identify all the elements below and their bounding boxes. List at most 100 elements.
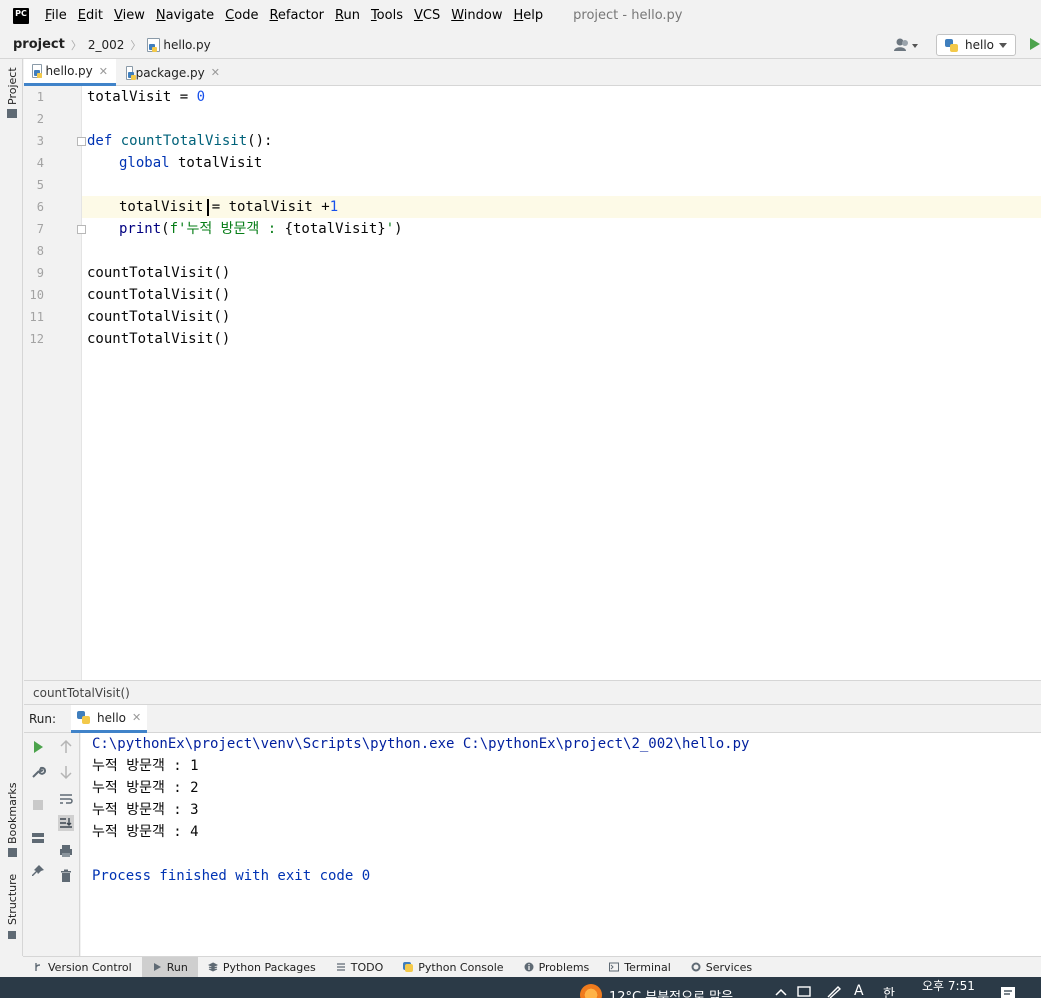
tool-label: Python Packages	[222, 960, 316, 974]
run-configuration-label: hello	[965, 38, 994, 52]
close-icon[interactable]: ✕	[132, 711, 141, 724]
tab-package-py[interactable]: package.py ✕	[118, 59, 228, 86]
notification-icon[interactable]	[1000, 986, 1016, 998]
tool-problems[interactable]: Problems	[514, 957, 600, 978]
tool-python-console[interactable]: Python Console	[393, 957, 513, 978]
info-icon	[524, 962, 534, 972]
line-number-gutter: 1 2 3 4 5 6 7 8 9 10 11 12	[24, 86, 86, 680]
menu-window[interactable]: Window	[451, 8, 502, 23]
project-tool-label[interactable]: Project	[6, 67, 19, 105]
line-number: 9	[36, 266, 44, 280]
code-line-7: print(f'누적 방문객 : {totalVisit}')	[119, 221, 403, 237]
run-panel-label: Run:	[29, 712, 57, 726]
layers-icon	[207, 962, 218, 972]
tool-run[interactable]: Run	[141, 956, 198, 978]
menu-file[interactable]: File	[45, 8, 67, 23]
folder-icon	[7, 109, 17, 118]
tool-todo[interactable]: TODO	[326, 957, 394, 978]
function-breadcrumb[interactable]: countTotalVisit()	[24, 680, 1041, 705]
stop-icon[interactable]	[30, 797, 46, 813]
code-line-6: totalVisit = totalVisit +1	[119, 199, 339, 215]
network-icon[interactable]	[797, 986, 815, 998]
line-number: 4	[36, 156, 44, 170]
services-icon	[691, 962, 701, 972]
line-number: 6	[36, 200, 44, 214]
arrow-up-icon[interactable]	[58, 739, 74, 755]
fold-marker-icon[interactable]	[77, 137, 86, 146]
chevron-up-icon[interactable]	[775, 987, 787, 997]
close-icon[interactable]: ✕	[99, 65, 108, 78]
line-number: 12	[29, 332, 44, 346]
menu-edit[interactable]: Edit	[78, 8, 103, 23]
python-icon	[403, 962, 414, 972]
menu-vcs[interactable]: VCS	[414, 8, 440, 23]
close-icon[interactable]: ✕	[211, 66, 220, 79]
trash-icon[interactable]	[58, 868, 74, 884]
line-number: 10	[29, 288, 44, 302]
run-toolbar	[24, 733, 80, 956]
menu-view[interactable]: View	[114, 8, 145, 23]
run-tab-hello[interactable]: hello ✕	[71, 705, 148, 733]
language-indicator[interactable]: A	[854, 983, 864, 998]
wrench-icon[interactable]	[30, 764, 46, 780]
weather-sun-icon[interactable]	[580, 984, 602, 998]
python-icon	[77, 711, 90, 724]
bookmarks-tool-label[interactable]: Bookmarks	[6, 783, 19, 844]
structure-tool-label[interactable]: Structure	[6, 874, 19, 925]
code-line-3: def countTotalVisit():	[87, 133, 273, 149]
run-console[interactable]: C:\pythonEx\project\venv\Scripts\python.…	[81, 733, 1041, 956]
menu-bar: PC File Edit View Navigate Code Refactor…	[0, 0, 1041, 31]
breadcrumb-folder[interactable]: 2_002	[88, 38, 125, 52]
scroll-to-end-icon[interactable]	[58, 815, 74, 831]
pin-icon[interactable]	[30, 863, 46, 879]
console-output-line: 누적 방문객 : 1	[92, 758, 199, 774]
tool-services[interactable]: Services	[681, 957, 762, 978]
chevron-right-icon: 〉	[70, 38, 82, 52]
line-number: 1	[36, 90, 44, 104]
tab-label: package.py	[135, 65, 205, 80]
play-icon	[153, 963, 161, 971]
print-icon[interactable]	[58, 843, 74, 859]
menu-navigate[interactable]: Navigate	[156, 8, 214, 23]
menu-help[interactable]: Help	[514, 8, 544, 23]
line-number: 11	[29, 310, 44, 324]
code-line-1: totalVisit = 0	[87, 89, 206, 105]
ime-indicator[interactable]: 한	[883, 983, 895, 998]
chevron-down-icon	[999, 42, 1007, 48]
code-editor[interactable]: 1 2 3 4 5 6 7 8 9 10 11 12 totalVisit = …	[24, 86, 1041, 680]
arrow-down-icon[interactable]	[58, 764, 74, 780]
line-number: 5	[36, 178, 44, 192]
line-number: 2	[36, 112, 44, 126]
run-panel-header: Run: hello ✕	[24, 705, 1041, 733]
menu-tools[interactable]: Tools	[371, 8, 403, 23]
menu-code[interactable]: Code	[225, 8, 258, 23]
run-play-icon[interactable]	[1030, 38, 1040, 50]
console-output-line: 누적 방문객 : 4	[92, 824, 199, 840]
tab-hello-py[interactable]: hello.py ✕	[24, 59, 116, 86]
tool-label: TODO	[350, 960, 384, 974]
rerun-icon[interactable]	[30, 739, 46, 755]
fold-marker-icon[interactable]	[77, 225, 86, 234]
run-configuration-select[interactable]: hello	[936, 34, 1016, 56]
tool-label: Version Control	[48, 960, 132, 974]
breadcrumb-project[interactable]: project	[13, 37, 65, 52]
tool-terminal[interactable]: Terminal	[599, 957, 681, 978]
user-account-icon[interactable]	[893, 37, 919, 53]
menu-run[interactable]: Run	[335, 8, 360, 23]
layout-icon[interactable]	[30, 830, 46, 846]
list-icon	[336, 963, 345, 971]
taskbar-clock[interactable]: 오후 7:51	[922, 977, 975, 994]
menu-refactor[interactable]: Refactor	[269, 8, 324, 23]
soft-wrap-icon[interactable]	[58, 791, 74, 807]
console-exit-line: Process finished with exit code 0	[92, 868, 371, 884]
pycharm-logo-icon: PC	[13, 7, 29, 24]
python-file-icon	[147, 37, 161, 52]
tool-label: Python Console	[418, 960, 504, 974]
breadcrumb-file[interactable]: hello.py	[163, 38, 210, 52]
tool-version-control[interactable]: Version Control	[23, 957, 142, 978]
weather-widget[interactable]: 12°C 부분적으로 맑음	[609, 986, 733, 998]
code-line-11: countTotalVisit()	[87, 309, 231, 325]
tool-python-packages[interactable]: Python Packages	[198, 957, 326, 978]
pen-icon[interactable]	[826, 985, 842, 998]
tool-label: Services	[705, 960, 753, 974]
